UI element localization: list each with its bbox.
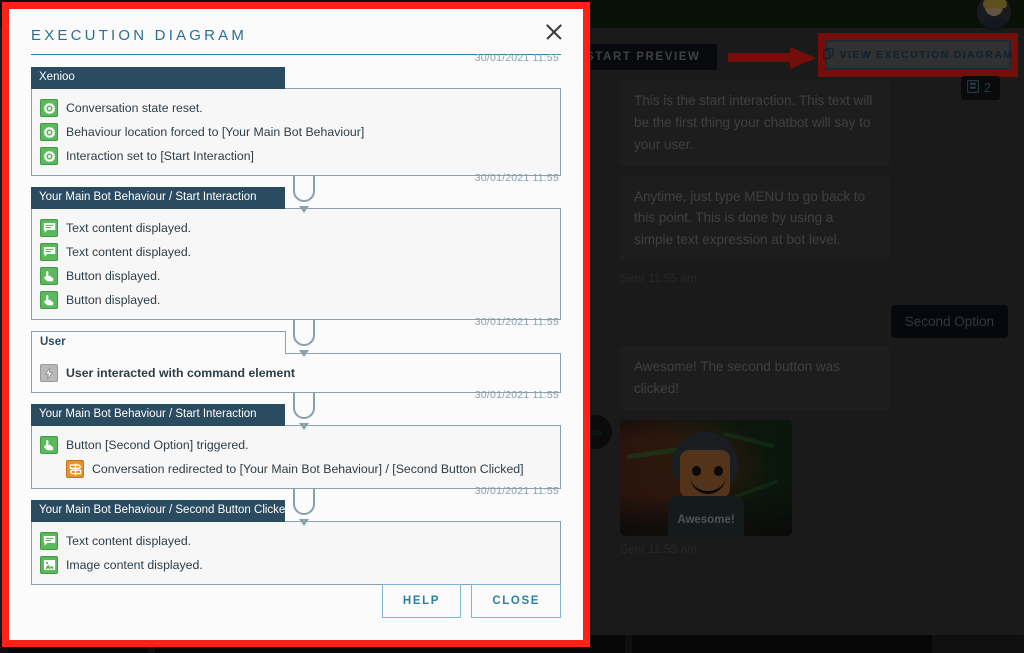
- diagram-icon: [822, 47, 834, 63]
- step-body: Conversation state reset. Behaviour locat…: [31, 88, 561, 176]
- step-connector: [293, 176, 315, 213]
- step-row: Text content displayed.: [40, 216, 552, 240]
- step-row: Text content displayed.: [40, 529, 552, 553]
- button-click-icon: [40, 267, 58, 285]
- modal-footer: HELP CLOSE: [9, 568, 583, 640]
- step-timestamp: 30/01/2021 11:55: [474, 172, 559, 184]
- button-click-icon: [40, 291, 58, 309]
- gear-icon: [40, 147, 58, 165]
- arrow-shaft: [728, 53, 794, 62]
- bot-message: Anytime, just type MENU to go back to th…: [620, 175, 890, 262]
- image-caption: Awesome!: [677, 513, 735, 526]
- step-row-label: Text content displayed.: [66, 221, 192, 235]
- view-execution-diagram-highlight: VIEW EXECUTION DIAGRAM: [818, 33, 1018, 77]
- close-icon[interactable]: [543, 21, 565, 43]
- step-row: Button displayed.: [40, 264, 552, 288]
- execution-diagram-modal: EXECUTION DIAGRAM 30/01/2021 11:55 Xenioo…: [9, 9, 583, 640]
- avatar-hair: [983, 0, 1007, 8]
- step-row: Button displayed.: [40, 288, 552, 312]
- execution-diagram-steps: 30/01/2021 11:55 Xenioo Conversation state…: [9, 52, 583, 585]
- arrow-head: [790, 47, 816, 69]
- connector-curve: [293, 320, 315, 346]
- step-row: Button [Second Option] triggered.: [40, 433, 552, 457]
- step-row: Conversation state reset.: [40, 96, 552, 120]
- connector-arrow: [299, 206, 309, 213]
- step-connector: [293, 320, 315, 357]
- redirect-icon: [66, 460, 84, 478]
- execution-diagram-modal-highlight: EXECUTION DIAGRAM 30/01/2021 11:55 Xenioo…: [2, 2, 590, 647]
- sent-timestamp: Sent 11:55 am: [620, 541, 698, 556]
- connector-arrow: [299, 423, 309, 430]
- step-row-label: Behaviour location forced to [Your Main …: [66, 125, 365, 139]
- connector-arrow: [299, 350, 309, 357]
- step-row: Conversation redirected to [Your Main Bo…: [40, 457, 552, 481]
- view-execution-diagram-label: VIEW EXECUTION DIAGRAM: [839, 49, 1014, 61]
- connector-curve: [293, 489, 315, 515]
- step-timestamp: 30/01/2021 11:55: [474, 316, 559, 328]
- text-message-icon: [40, 243, 58, 261]
- step-timestamp: 30/01/2021 11:55: [474, 389, 559, 401]
- step-row-label: Button displayed.: [66, 269, 161, 283]
- step-row-label: Button [Second Option] triggered.: [66, 438, 249, 452]
- connector-curve: [293, 176, 315, 202]
- avatar-body: [979, 17, 1011, 29]
- taskbar-segment: [632, 635, 932, 653]
- step-header: Xenioo: [31, 67, 285, 89]
- step-timestamp: 30/01/2021 11:55: [474, 52, 559, 64]
- step-header: User: [31, 331, 286, 354]
- gear-icon: [40, 99, 58, 117]
- step-row-label: Conversation state reset.: [66, 101, 203, 115]
- execution-step: 30/01/2021 11:55 Your Main Bot Behaviour …: [31, 389, 561, 489]
- view-execution-diagram-button[interactable]: VIEW EXECUTION DIAGRAM: [822, 40, 1014, 70]
- step-row-label: Interaction set to [Start Interaction]: [66, 149, 254, 163]
- red-arrow-annotation: [728, 47, 820, 69]
- execution-step: 30/01/2021 11:55 Xenioo Conversation state…: [31, 52, 561, 176]
- step-header: Your Main Bot Behaviour / Start Interact…: [31, 404, 285, 426]
- sent-timestamp: Sent 11:55 am: [620, 271, 698, 286]
- step-connector: [293, 393, 315, 430]
- step-connector: [293, 489, 315, 526]
- step-row-label: Text content displayed.: [66, 534, 192, 548]
- step-row-label: Text content displayed.: [66, 245, 192, 259]
- bot-message: This is the start interaction. This text…: [620, 80, 890, 166]
- bot-image-message[interactable]: Awesome!: [620, 419, 792, 536]
- step-header: Your Main Bot Behaviour / Start Interact…: [31, 187, 285, 209]
- step-row: Behaviour location forced to [Your Main …: [40, 120, 552, 144]
- lightning-icon: [40, 364, 58, 382]
- bot-message: Awesome! The second button was clicked!: [620, 346, 890, 410]
- gear-icon: [40, 123, 58, 141]
- close-button[interactable]: CLOSE: [471, 584, 561, 618]
- chat-transcript: This is the start interaction. This text…: [600, 80, 1024, 653]
- step-row: Text content displayed.: [40, 240, 552, 264]
- text-message-icon: [40, 532, 58, 550]
- step-body: User interacted with command element: [31, 353, 561, 393]
- step-timestamp: 30/01/2021 11:55: [474, 485, 559, 497]
- avatar[interactable]: [976, 0, 1012, 30]
- step-row: Interaction set to [Start Interaction]: [40, 144, 552, 168]
- step-row: User interacted with command element: [40, 361, 552, 385]
- button-click-icon: [40, 436, 58, 454]
- step-body: Text content displayed. Text content disp…: [31, 208, 561, 320]
- connector-curve: [293, 393, 315, 419]
- step-row-label: User interacted with command element: [66, 366, 295, 380]
- execution-step: 30/01/2021 11:55 Your Main Bot Behaviour …: [31, 172, 561, 320]
- step-header: Your Main Bot Behaviour / Second Button …: [31, 500, 285, 522]
- step-row-label: Button displayed.: [66, 293, 161, 307]
- help-button[interactable]: HELP: [381, 584, 461, 618]
- step-row-label: Conversation redirected to [Your Main Bo…: [92, 462, 524, 476]
- execution-step: 30/01/2021 11:55 User User interacted with…: [31, 316, 561, 393]
- text-message-icon: [40, 219, 58, 237]
- connector-arrow: [299, 519, 309, 526]
- page-title: EXECUTION DIAGRAM: [31, 27, 248, 44]
- user-message: Second Option: [890, 305, 1008, 339]
- step-body: Button [Second Option] triggered. Convers…: [31, 425, 561, 489]
